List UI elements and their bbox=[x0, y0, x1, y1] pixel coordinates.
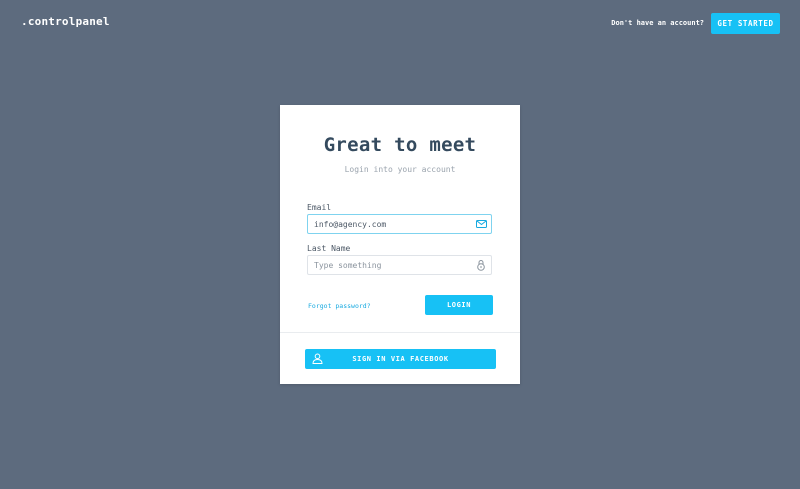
email-field[interactable] bbox=[308, 215, 468, 233]
divider bbox=[280, 332, 520, 333]
envelope-icon bbox=[475, 218, 487, 230]
top-bar: .controlpanel Don't have an account? GET… bbox=[0, 0, 800, 46]
lock-icon bbox=[475, 259, 487, 271]
page-title: Great to meet bbox=[323, 134, 477, 156]
facebook-signin-label: SIGN IN VIA FACEBOOK bbox=[352, 355, 449, 363]
signup-prompt: Don't have an account? bbox=[611, 19, 704, 27]
login-card: Great to meet Login into your account Em… bbox=[280, 105, 520, 384]
email-field-wrapper bbox=[307, 214, 492, 234]
get-started-button[interactable]: GET STARTED bbox=[711, 13, 780, 34]
login-button[interactable]: LOGIN bbox=[425, 295, 493, 315]
forgot-password-link[interactable]: Forgot password? bbox=[308, 302, 371, 310]
last-name-label: Last Name bbox=[307, 244, 351, 253]
facebook-signin-button[interactable]: SIGN IN VIA FACEBOOK bbox=[305, 349, 496, 369]
logo[interactable]: .controlpanel bbox=[21, 15, 110, 28]
last-name-field[interactable] bbox=[308, 256, 468, 274]
last-name-field-wrapper bbox=[307, 255, 492, 275]
page-subtitle: Login into your account bbox=[344, 165, 456, 174]
email-label: Email bbox=[307, 203, 332, 212]
